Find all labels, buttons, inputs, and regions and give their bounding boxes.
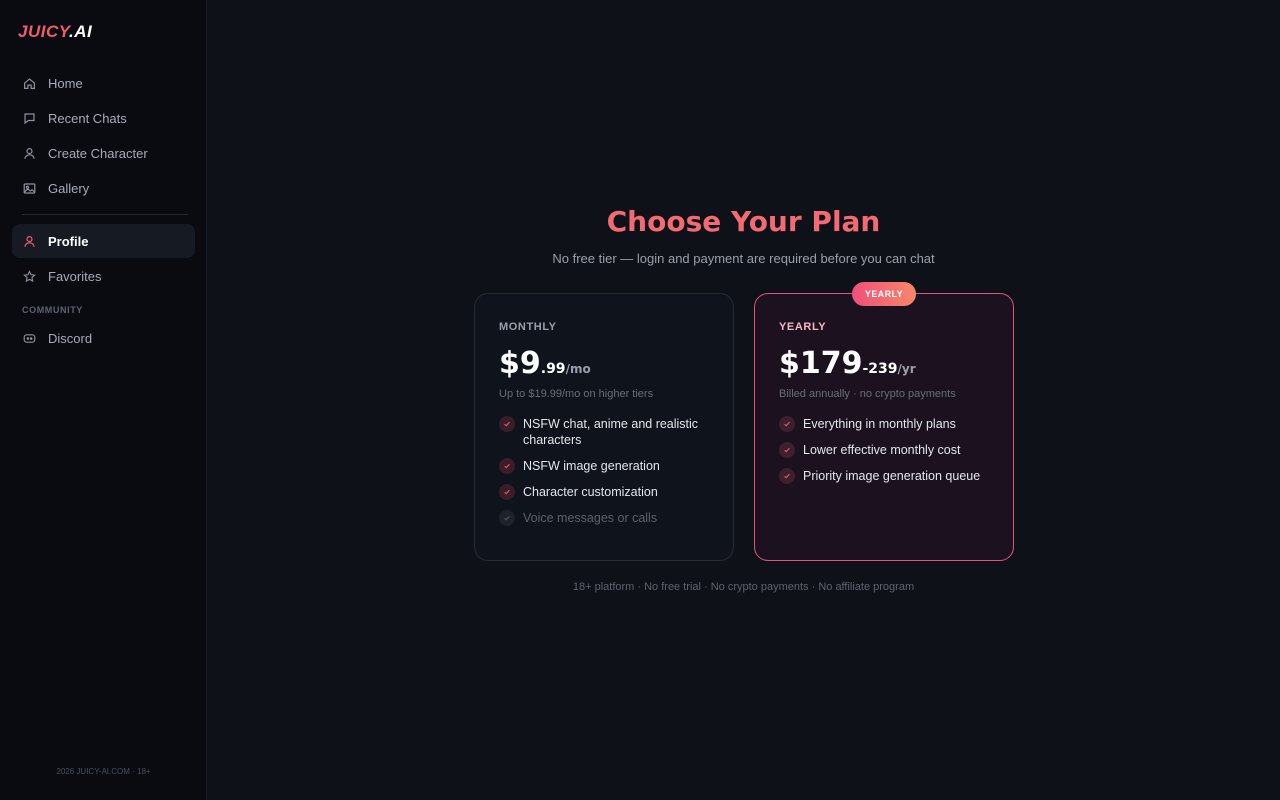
check-icon bbox=[499, 484, 515, 500]
sidebar-section-label: COMMUNITY bbox=[22, 305, 83, 315]
price-cents: .99 bbox=[540, 361, 566, 377]
sidebar-item-label: Recent Chats bbox=[48, 110, 127, 126]
feature-text: NSFW image generation bbox=[523, 459, 660, 473]
price-unit: /mo bbox=[565, 362, 591, 376]
feature-list: NSFW chat, anime and realistic character… bbox=[499, 416, 714, 536]
page-subtitle: No free tier — login and payment are req… bbox=[552, 251, 935, 266]
price-range: -239 bbox=[862, 361, 898, 377]
sidebar-item-create-character[interactable]: Create Character bbox=[12, 136, 195, 170]
check-icon bbox=[779, 416, 795, 432]
chat-icon bbox=[23, 112, 36, 125]
feature-list: Everything in monthly plans Lower effect… bbox=[779, 416, 994, 494]
sidebar-item-label: Favorites bbox=[48, 268, 102, 284]
feature-text: Lower effective monthly cost bbox=[803, 443, 961, 457]
feature-item: Priority image generation queue bbox=[779, 468, 994, 484]
price-main: $9 bbox=[499, 346, 541, 381]
plan-price: $179-239/yr bbox=[779, 346, 916, 381]
sidebar: JUICY.AI Home Recent Chats Create Charac… bbox=[0, 0, 207, 800]
check-icon bbox=[499, 510, 515, 526]
sidebar-item-home[interactable]: Home bbox=[12, 66, 195, 100]
check-icon bbox=[779, 468, 795, 484]
feature-text: Everything in monthly plans bbox=[803, 417, 956, 431]
feature-text: Voice messages or calls bbox=[523, 511, 658, 525]
logo-text-primary: JUICY bbox=[18, 22, 70, 41]
plan-label: MONTHLY bbox=[499, 321, 557, 333]
user-icon bbox=[23, 147, 36, 160]
feature-text: NSFW chat, anime and realistic character… bbox=[523, 417, 699, 447]
sidebar-footer: 2026 JUICY-AI.COM · 18+ bbox=[56, 767, 151, 776]
sidebar-item-recent-chats[interactable]: Recent Chats bbox=[12, 101, 195, 135]
sidebar-item-discord[interactable]: Discord bbox=[12, 321, 195, 355]
logo[interactable]: JUICY.AI bbox=[18, 22, 92, 42]
sidebar-item-profile[interactable]: Profile bbox=[12, 224, 195, 258]
image-icon bbox=[23, 182, 36, 195]
sidebar-item-label: Profile bbox=[48, 233, 89, 249]
legal-footer: 18+ platform · No free trial · No crypto… bbox=[572, 581, 915, 593]
plan-price: $9.99/mo bbox=[499, 346, 591, 381]
check-icon bbox=[779, 442, 795, 458]
home-icon bbox=[23, 77, 36, 90]
price-unit: /yr bbox=[897, 362, 916, 376]
plan-card-yearly[interactable]: YEARLY $179-239/yr Billed annually · no … bbox=[754, 293, 1014, 561]
feature-text: Character customization bbox=[523, 485, 658, 499]
sidebar-item-gallery[interactable]: Gallery bbox=[12, 171, 195, 205]
plan-label: YEARLY bbox=[779, 321, 827, 333]
sidebar-item-label: Discord bbox=[48, 330, 93, 346]
feature-item: NSFW image generation bbox=[499, 458, 714, 474]
check-icon bbox=[499, 458, 515, 474]
feature-item: Lower effective monthly cost bbox=[779, 442, 994, 458]
feature-text: Priority image generation queue bbox=[803, 469, 981, 483]
sidebar-item-label: Gallery bbox=[48, 180, 90, 196]
price-main: $179 bbox=[779, 346, 863, 381]
star-icon bbox=[23, 269, 36, 283]
sidebar-item-label: Home bbox=[48, 75, 83, 91]
page-title: Choose Your Plan bbox=[606, 205, 881, 238]
yearly-badge: YEARLY bbox=[852, 282, 916, 306]
plan-note: Billed annually · no crypto payments bbox=[779, 388, 956, 400]
sidebar-item-label: Create Character bbox=[48, 145, 148, 161]
plan-card-monthly[interactable]: MONTHLY $9.99/mo Up to $19.99/mo on high… bbox=[474, 293, 734, 561]
user-icon bbox=[23, 235, 36, 248]
feature-item-disabled: Voice messages or calls bbox=[499, 510, 714, 526]
sidebar-item-favorites[interactable]: Favorites bbox=[12, 259, 195, 293]
sidebar-divider bbox=[22, 214, 188, 215]
plan-note: Up to $19.99/mo on higher tiers bbox=[499, 388, 654, 400]
discord-icon bbox=[23, 332, 36, 345]
feature-item: NSFW chat, anime and realistic character… bbox=[499, 416, 714, 448]
feature-item: Everything in monthly plans bbox=[779, 416, 994, 432]
check-icon bbox=[499, 416, 515, 432]
logo-text-secondary: .AI bbox=[69, 22, 93, 41]
feature-item: Character customization bbox=[499, 484, 714, 500]
